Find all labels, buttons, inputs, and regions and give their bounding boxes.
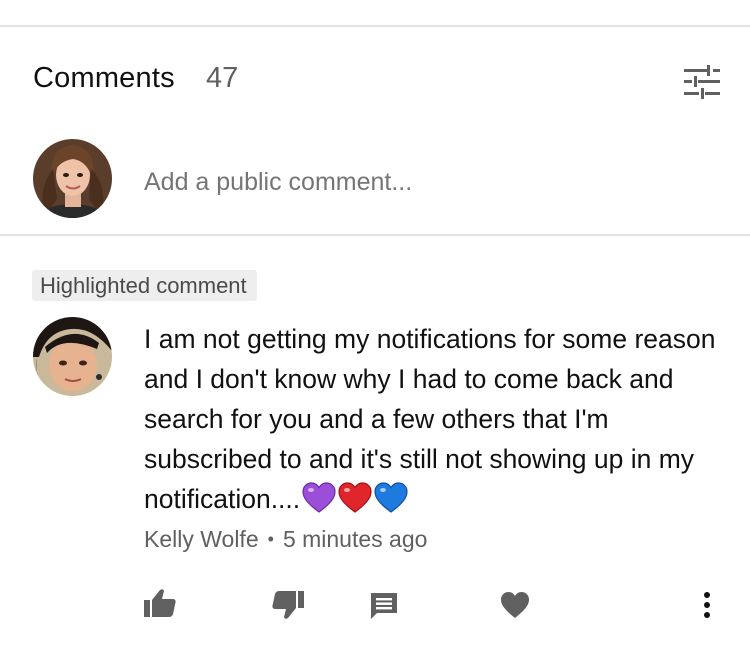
more-options-button[interactable] xyxy=(700,590,714,625)
sort-filter-icon[interactable] xyxy=(682,64,722,100)
comment-text: I am not getting my notifications for so… xyxy=(144,324,716,514)
meta-separator: • xyxy=(267,529,274,549)
comment-timestamp[interactable]: 5 minutes ago xyxy=(283,526,427,552)
highlighted-comment-badge: Highlighted comment xyxy=(32,270,257,301)
comment-emoji xyxy=(302,482,410,525)
reply-comment-icon xyxy=(371,593,397,619)
comment-body: I am not getting my notifications for so… xyxy=(144,319,734,525)
blue-heart-emoji xyxy=(374,482,408,513)
purple-heart-emoji xyxy=(302,482,336,513)
thumbs-up-icon xyxy=(144,589,176,617)
comments-count: 47 xyxy=(206,62,239,94)
heart-button[interactable] xyxy=(500,591,530,624)
comment-meta: Kelly Wolfe • 5 minutes ago xyxy=(144,526,427,553)
section-divider xyxy=(0,234,750,236)
comment-author[interactable]: Kelly Wolfe xyxy=(144,526,259,552)
comments-section: Comments 47 Add a public comment... High… xyxy=(0,0,750,648)
red-heart-emoji xyxy=(338,482,372,513)
add-comment-input[interactable] xyxy=(144,165,704,199)
dislike-button[interactable] xyxy=(271,590,305,625)
user-avatar[interactable] xyxy=(33,139,112,218)
more-vertical-icon xyxy=(704,592,710,618)
reply-button[interactable] xyxy=(369,591,399,626)
commenter-avatar[interactable] xyxy=(33,317,112,396)
comments-title: Comments xyxy=(33,62,175,94)
thumbs-down-icon xyxy=(272,591,304,619)
like-button[interactable] xyxy=(143,588,177,623)
heart-icon xyxy=(501,592,529,618)
top-divider xyxy=(0,25,750,27)
